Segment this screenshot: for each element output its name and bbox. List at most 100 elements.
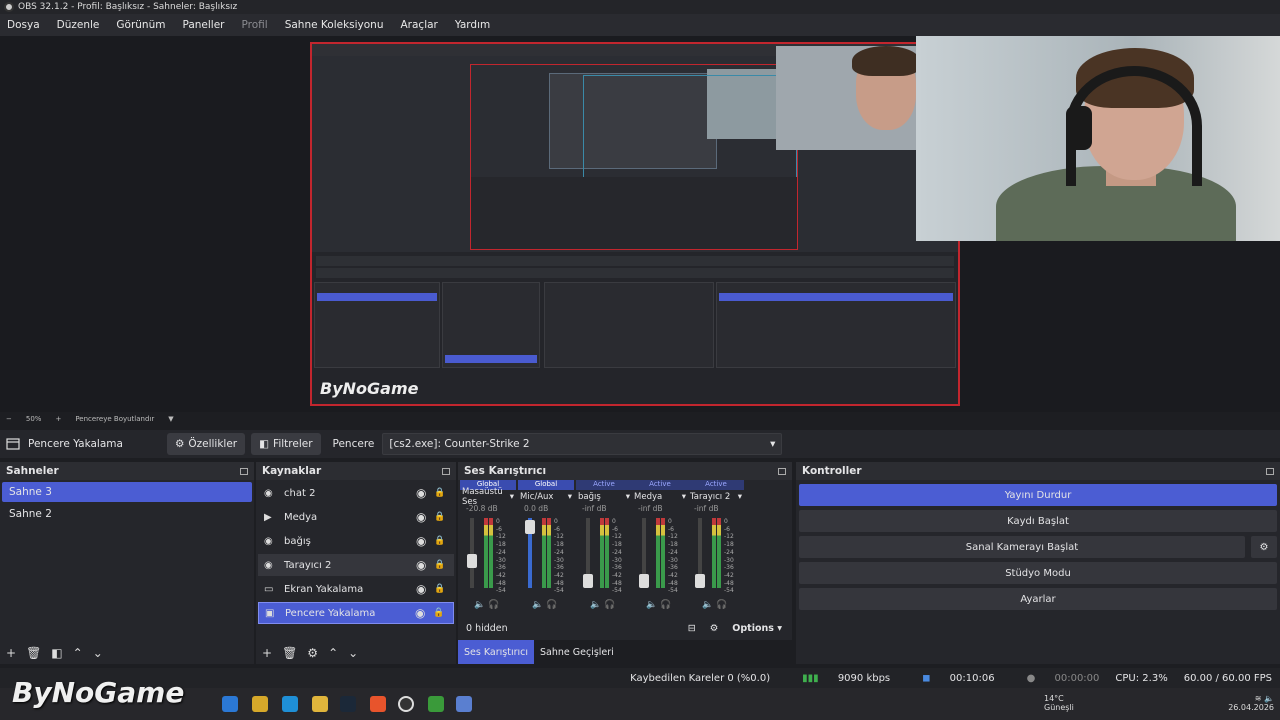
folder-icon[interactable]: [312, 696, 328, 712]
menu-edit[interactable]: Düzenle: [57, 19, 100, 31]
virtual-camera-settings-button[interactable]: ⚙: [1251, 536, 1277, 558]
undock-icon[interactable]: [1266, 467, 1274, 475]
trash-icon[interactable]: 🗑: [282, 646, 297, 660]
start-recording-button[interactable]: Kaydı Başlat: [799, 510, 1277, 532]
window-select[interactable]: [cs2.exe]: Counter-Strike 2 ▾: [382, 433, 783, 455]
volume-meter[interactable]: 0 -6 -12 -18 -24 -30 -36 -42 -48 -54: [692, 518, 740, 594]
speaker-icon[interactable]: 🔈: [702, 600, 713, 610]
volume-meter[interactable]: 0 -6 -12 -18 -24 -30 -36 -42 -48 -54: [580, 518, 628, 594]
app-icon[interactable]: [456, 696, 472, 712]
preview-canvas[interactable]: ByNoGame: [310, 42, 960, 406]
lock-icon[interactable]: 🔒: [434, 584, 448, 594]
tab-scene-transitions[interactable]: Sahne Geçişleri: [534, 640, 620, 664]
obs-icon[interactable]: [398, 696, 414, 712]
speaker-icon[interactable]: 🔈: [646, 600, 657, 610]
move-up-icon[interactable]: ⌃: [328, 646, 338, 660]
menu-file[interactable]: Dosya: [7, 19, 40, 31]
app-icon[interactable]: [428, 696, 444, 712]
headphone-icon[interactable]: 🎧: [546, 600, 557, 610]
headphone-icon[interactable]: 🎧: [716, 600, 727, 610]
trash-icon[interactable]: 🗑: [26, 646, 41, 660]
source-item-donation[interactable]: ◉ bağış ◉ 🔒: [258, 530, 454, 552]
menu-tools[interactable]: Araçlar: [401, 19, 438, 31]
volume-meter[interactable]: 0 -6 -12 -18 -24 -30 -36 -42 -48 -54: [522, 518, 570, 594]
gear-icon[interactable]: ⚙: [307, 646, 318, 660]
volume-meter[interactable]: 0 -6 -12 -18 -24 -30 -36 -42 -48 -54: [464, 518, 512, 594]
channel-name[interactable]: bağış ▾: [576, 490, 632, 504]
source-item-display-capture[interactable]: ▭ Ekran Yakalama ◉ 🔒: [258, 578, 454, 600]
stop-streaming-button[interactable]: Yayını Durdur: [799, 484, 1277, 506]
eye-icon[interactable]: ◉: [416, 510, 434, 524]
menu-scene-collection[interactable]: Sahne Koleksiyonu: [285, 19, 384, 31]
scene-item[interactable]: Sahne 3: [2, 482, 252, 502]
source-item-window-capture[interactable]: ▣ Pencere Yakalama ◉ 🔒: [258, 602, 454, 624]
weather-widget[interactable]: 14°C Güneşli: [1044, 694, 1074, 712]
volume-slider[interactable]: [525, 520, 535, 534]
add-icon[interactable]: +: [6, 646, 16, 660]
menu-help[interactable]: Yardım: [455, 19, 490, 31]
layout-icon[interactable]: ⊟: [688, 623, 696, 634]
volume-slider[interactable]: [639, 574, 649, 588]
eye-icon[interactable]: ◉: [416, 582, 434, 596]
channel-name[interactable]: Tarayıcı 2 ▾: [688, 490, 744, 504]
volume-slider[interactable]: [695, 574, 705, 588]
source-item-media[interactable]: ▶ Medya ◉ 🔒: [258, 506, 454, 528]
headphone-icon[interactable]: 🎧: [488, 600, 499, 610]
channel-name[interactable]: Masaüstü Ses ▾: [460, 487, 516, 507]
source-item-chat[interactable]: ◉ chat 2 ◉ 🔒: [258, 482, 454, 504]
studio-mode-button[interactable]: Stüdyo Modu: [799, 562, 1277, 584]
volume-slider[interactable]: [583, 574, 593, 588]
steam-icon[interactable]: [340, 696, 356, 712]
lock-icon[interactable]: 🔒: [434, 488, 448, 498]
move-down-icon[interactable]: ⌄: [348, 646, 358, 660]
undock-icon[interactable]: [442, 467, 450, 475]
filter-icon[interactable]: ◧: [51, 646, 62, 660]
speaker-icon[interactable]: 🔈: [590, 600, 601, 610]
system-tray[interactable]: ≋ 🔈 26.04.2026: [1228, 694, 1274, 712]
scene-item[interactable]: Sahne 2: [2, 504, 252, 524]
lock-icon[interactable]: 🔒: [433, 608, 447, 618]
menu-docks[interactable]: Paneller: [182, 19, 224, 31]
app-icon[interactable]: [222, 696, 238, 712]
volume-meter[interactable]: 0 -6 -12 -18 -24 -30 -36 -42 -48 -54: [636, 518, 684, 594]
chevron-down-icon[interactable]: ▼: [168, 415, 173, 423]
lock-icon[interactable]: 🔒: [434, 536, 448, 546]
channel-name[interactable]: Medya ▾: [632, 490, 688, 504]
source-item-browser[interactable]: ◉ Tarayıcı 2 ◉ 🔒: [258, 554, 454, 576]
volume-slider[interactable]: [467, 554, 477, 568]
lock-icon[interactable]: 🔒: [434, 560, 448, 570]
start-virtual-camera-button[interactable]: Sanal Kamerayı Başlat: [799, 536, 1245, 558]
properties-button[interactable]: ⚙ Özellikler: [166, 433, 246, 455]
app-icon[interactable]: [252, 696, 268, 712]
settings-button[interactable]: Ayarlar: [799, 588, 1277, 610]
zoom-in-button[interactable]: +: [55, 415, 61, 423]
volume-icon[interactable]: 🔈: [1264, 694, 1274, 703]
eye-icon[interactable]: ◉: [416, 558, 434, 572]
move-down-icon[interactable]: ⌄: [93, 646, 103, 660]
preview-area[interactable]: ByNoGame: [0, 36, 1280, 412]
undock-icon[interactable]: [778, 467, 786, 475]
tab-audio-mixer[interactable]: Ses Karıştırıcı: [458, 640, 534, 664]
advanced-audio-icon[interactable]: ⚙: [710, 623, 719, 634]
channel-name[interactable]: Mic/Aux ▾: [518, 490, 574, 504]
menu-profile[interactable]: Profil: [242, 19, 268, 31]
zoom-fit-dropdown[interactable]: Pencereye Boyutlandır: [75, 415, 154, 423]
menu-view[interactable]: Görünüm: [116, 19, 165, 31]
eye-icon[interactable]: ◉: [416, 486, 434, 500]
wifi-icon[interactable]: ≋: [1255, 694, 1262, 703]
add-icon[interactable]: +: [262, 646, 272, 660]
headphone-icon[interactable]: 🎧: [660, 600, 671, 610]
filters-button[interactable]: ◧ Filtreler: [251, 433, 321, 455]
edge-icon[interactable]: [282, 696, 298, 712]
brave-icon[interactable]: [370, 696, 386, 712]
lock-icon[interactable]: 🔒: [434, 512, 448, 522]
options-dropdown[interactable]: Options ▾: [732, 623, 782, 634]
headphone-icon[interactable]: 🎧: [604, 600, 615, 610]
speaker-icon[interactable]: 🔈: [474, 600, 485, 610]
zoom-out-button[interactable]: −: [6, 415, 12, 423]
undock-icon[interactable]: [240, 467, 248, 475]
move-up-icon[interactable]: ⌃: [73, 646, 83, 660]
speaker-icon[interactable]: 🔈: [532, 600, 543, 610]
eye-icon[interactable]: ◉: [415, 606, 433, 620]
eye-icon[interactable]: ◉: [416, 534, 434, 548]
